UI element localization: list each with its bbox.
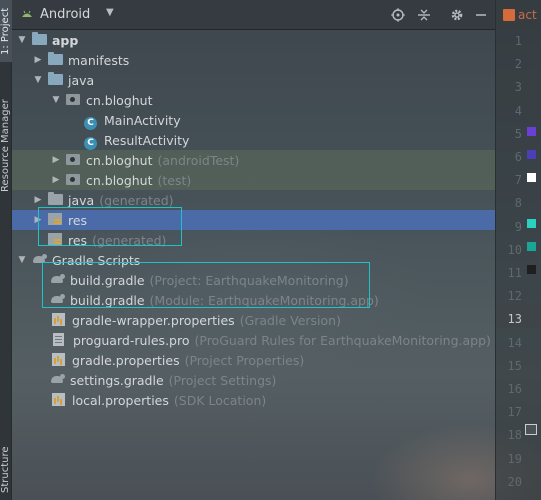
chevron-down-icon[interactable]: ▼ — [50, 94, 62, 106]
color-swatch — [527, 242, 536, 251]
line-number: 18 — [507, 428, 522, 443]
tree-item-package-test[interactable]: ▶ cn.bloghut (test) — [12, 170, 495, 190]
line-number: 19 — [507, 451, 522, 466]
class-icon: C — [84, 133, 100, 150]
tree-item-app[interactable]: ▼ app — [12, 30, 495, 50]
module-folder-icon — [32, 32, 48, 47]
line-number: 5 — [514, 126, 522, 141]
chevron-down-icon[interactable]: ▼ — [32, 74, 44, 86]
generated-folder-icon — [48, 192, 64, 207]
tree-item-java-generated[interactable]: ▶ java (generated) — [12, 190, 495, 210]
line-number: 1 — [514, 34, 522, 48]
line-number: 3 — [514, 80, 522, 95]
gear-icon[interactable] — [448, 6, 466, 24]
line-number: 16 — [507, 382, 522, 396]
tree-item-mainactivity[interactable]: C MainActivity — [12, 110, 495, 130]
line-number: 6 — [514, 150, 522, 164]
package-icon — [66, 153, 82, 167]
line-number: 17 — [507, 405, 522, 420]
properties-file-icon — [52, 353, 68, 367]
chevron-down-icon[interactable]: ▼ — [16, 254, 28, 266]
gradle-icon — [50, 293, 66, 307]
tree-item-resultactivity[interactable]: C ResultActivity — [12, 130, 495, 150]
color-swatch — [527, 173, 536, 182]
tree-item-gradle-scripts[interactable]: ▼ Gradle Scripts — [12, 250, 495, 270]
xml-file-icon — [503, 9, 515, 21]
tree-item-package-androidtest[interactable]: ▶ cn.bloghut (androidTest) — [12, 150, 495, 170]
line-number: 2 — [514, 57, 522, 72]
line-number: 10 — [507, 242, 522, 257]
chevron-right-icon[interactable]: ▶ — [50, 174, 62, 186]
line-number: 12 — [507, 289, 522, 304]
line-number: 21 — [496, 494, 522, 500]
chevron-right-icon[interactable]: ▶ — [32, 194, 44, 206]
tree-item-package[interactable]: ▼ cn.bloghut — [12, 90, 495, 110]
line-number: 14 — [507, 335, 522, 350]
android-icon — [22, 10, 32, 17]
color-swatch — [527, 127, 536, 136]
tree-item-manifests[interactable]: ▶ manifests — [12, 50, 495, 70]
chevron-down-icon[interactable]: ▼ — [16, 34, 28, 46]
tree-item-settings-gradle[interactable]: settings.gradle (Project Settings) — [12, 370, 495, 390]
tree-item-res[interactable]: ▶ res — [12, 210, 495, 230]
tree-item-res-generated[interactable]: res (generated) — [12, 230, 495, 250]
tree-item-proguard-rules[interactable]: proguard-rules.pro (ProGuard Rules for E… — [12, 330, 495, 350]
text-file-icon — [53, 333, 69, 347]
resource-folder-icon — [48, 233, 64, 247]
collapse-icon[interactable] — [415, 6, 433, 24]
line-number: 13 — [507, 312, 522, 327]
project-panel-header: Android ▼ — [12, 0, 495, 30]
properties-file-icon — [52, 393, 68, 407]
package-icon — [66, 93, 82, 107]
project-tool-tab[interactable]: 1: Project — [0, 0, 12, 62]
line-number: 20 — [507, 474, 522, 489]
line-number: 7 — [514, 173, 522, 188]
tree-item-gradle-properties[interactable]: gradle.properties (Project Properties) — [12, 350, 495, 370]
folder-icon — [48, 72, 64, 87]
package-icon — [66, 173, 82, 187]
chevron-right-icon[interactable]: ▶ — [32, 214, 44, 226]
class-icon: C — [84, 113, 100, 130]
color-swatch — [527, 150, 536, 159]
tree-item-java[interactable]: ▼ java — [12, 70, 495, 90]
tool-window-strip: 1: Project Resource Manager Structure — [0, 0, 12, 500]
tree-item-local-properties[interactable]: local.properties (SDK Location) — [12, 390, 495, 410]
line-number: 11 — [507, 266, 522, 280]
project-view-selector[interactable]: Android — [40, 7, 90, 22]
color-swatch — [527, 265, 536, 274]
line-number: 15 — [507, 358, 522, 373]
structure-tool-tab[interactable]: Structure — [0, 440, 12, 500]
color-swatch — [527, 219, 536, 228]
folder-icon — [48, 52, 64, 67]
line-number: 9 — [514, 219, 522, 234]
image-icon — [525, 424, 537, 435]
properties-file-icon — [52, 313, 68, 327]
resource-folder-icon — [48, 213, 64, 227]
gradle-icon — [50, 273, 66, 287]
chevron-right-icon[interactable]: ▶ — [50, 154, 62, 166]
chevron-down-icon[interactable]: ▼ — [106, 7, 114, 18]
gradle-icon — [32, 253, 48, 267]
editor-gutter: act 123456789101112131415161718192021 — [495, 0, 541, 500]
resource-manager-tool-tab[interactable]: Resource Manager — [0, 96, 12, 196]
crosshair-icon[interactable] — [389, 6, 407, 24]
tree-item-build-gradle-module[interactable]: build.gradle (Module: EarthquakeMonitori… — [12, 290, 495, 310]
project-tree: ▼ app ▶ manifests ▼ java ▼ cn.bloghut C … — [12, 30, 495, 500]
editor-tab[interactable]: act — [496, 0, 541, 30]
line-number: 4 — [514, 103, 522, 118]
gradle-icon — [50, 373, 66, 387]
chevron-right-icon[interactable]: ▶ — [32, 54, 44, 66]
minimize-icon[interactable] — [472, 6, 490, 24]
tree-item-gradle-wrapper-properties[interactable]: gradle-wrapper.properties (Gradle Versio… — [12, 310, 495, 330]
tree-item-build-gradle-project[interactable]: build.gradle (Project: EarthquakeMonitor… — [12, 270, 495, 290]
line-number: 8 — [514, 196, 522, 211]
